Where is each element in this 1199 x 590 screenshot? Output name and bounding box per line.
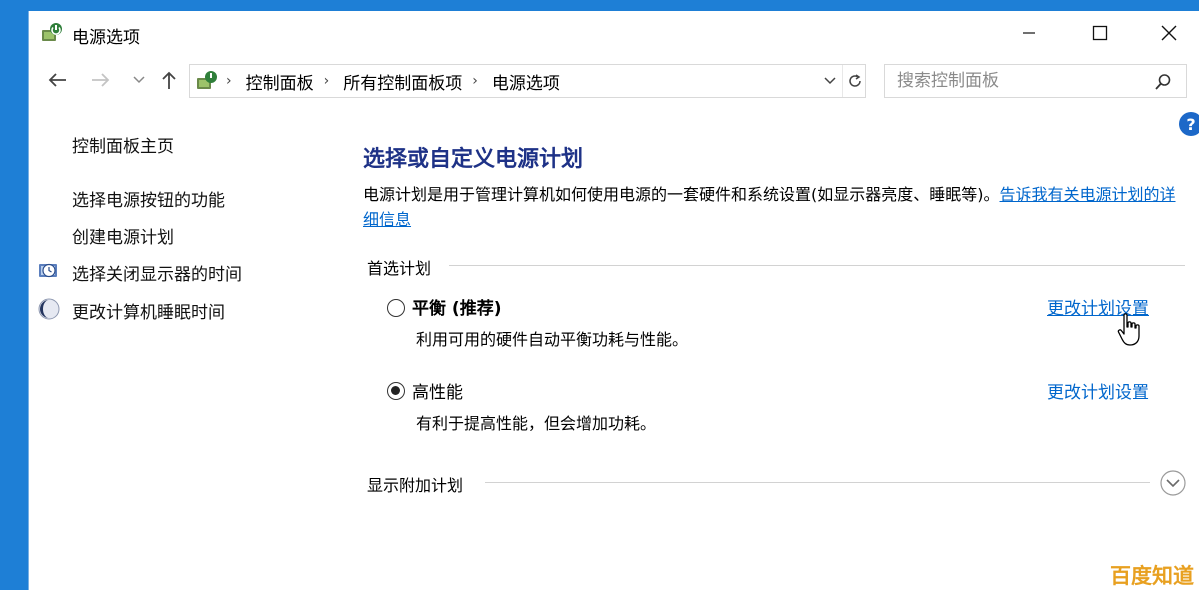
forward-button[interactable] [85, 65, 117, 95]
recent-locations-button[interactable] [129, 65, 149, 95]
chevron-down-icon [133, 76, 145, 84]
page-title: 选择或自定义电源计划 [363, 147, 584, 172]
plan-radio-high-performance[interactable] [387, 382, 405, 400]
additional-plans-heading[interactable]: 显示附加计划 [367, 472, 463, 496]
arrow-left-icon [48, 73, 66, 87]
preferred-plans-heading: 首选计划 [367, 259, 432, 278]
chevron-down-icon [824, 77, 836, 85]
breadcrumb-control-panel[interactable]: 控制面板 [246, 69, 314, 94]
power-options-window: 电源选项 › 控制面板 › 所有控制面板项 › 电源选项 搜索控制面板 ? 控制… [28, 11, 1199, 590]
page-description: 电源计划是用于管理计算机如何使用电源的一套硬件和系统设置(如显示器亮度、睡眠等)… [363, 182, 1189, 232]
search-box [884, 64, 1187, 98]
breadcrumb-separator-icon: › [472, 73, 478, 89]
radio-selected-dot [391, 386, 400, 395]
plan-name-balanced[interactable]: 平衡 (推荐) [412, 294, 501, 319]
change-plan-settings-link-high-performance[interactable]: 更改计划设置 [1047, 378, 1149, 403]
title-bar: 电源选项 [29, 11, 1199, 55]
plan-description-balanced: 利用可用的硬件自动平衡功耗与性能。 [416, 330, 689, 349]
minimize-button[interactable] [995, 11, 1063, 55]
address-bar[interactable]: › 控制面板 › 所有控制面板项 › 电源选项 [189, 64, 866, 98]
group-divider [449, 265, 1185, 266]
close-button[interactable] [1135, 11, 1199, 55]
search-input[interactable] [897, 71, 1147, 91]
plan-radio-balanced[interactable] [387, 299, 405, 317]
arrow-up-icon [162, 71, 176, 89]
sidebar-item-create-plan[interactable]: 创建电源计划 [72, 223, 174, 248]
window-title: 电源选项 [72, 28, 140, 48]
sidebar-item-display-off[interactable]: 选择关闭显示器的时间 [72, 260, 242, 285]
plan-description-high-performance: 有利于提高性能，但会增加功耗。 [416, 414, 657, 433]
up-button[interactable] [155, 65, 183, 95]
breadcrumb-separator-icon: › [226, 73, 232, 89]
plan-name-high-performance[interactable]: 高性能 [412, 378, 463, 403]
minimize-icon [1023, 32, 1035, 34]
refresh-icon [848, 74, 861, 87]
navigation-bar: › 控制面板 › 所有控制面板项 › 电源选项 [29, 55, 1199, 105]
breadcrumb-power-options[interactable]: 电源选项 [492, 69, 560, 94]
maximize-icon [1092, 25, 1108, 41]
maximize-button[interactable] [1066, 11, 1134, 55]
breadcrumb: › 控制面板 › 所有控制面板项 › 电源选项 [226, 65, 560, 97]
close-icon [1161, 25, 1177, 41]
hand-pointer-icon [1117, 313, 1140, 346]
breadcrumb-separator-icon: › [323, 73, 330, 89]
address-dropdown-button[interactable] [818, 65, 842, 97]
breadcrumb-all-items[interactable]: 所有控制面板项 [343, 69, 462, 94]
control-panel-icon [197, 71, 217, 89]
search-icon[interactable] [1153, 72, 1173, 92]
expand-chevron-icon[interactable] [1159, 469, 1187, 497]
baidu-zhidao-watermark: 百度知道 [1110, 564, 1194, 588]
monitor-clock-icon [39, 263, 57, 278]
group-divider [485, 482, 1150, 483]
sidebar-item-home[interactable]: 控制面板主页 [72, 132, 174, 157]
power-options-icon [42, 23, 62, 41]
refresh-button[interactable] [842, 65, 866, 97]
moon-icon [38, 298, 60, 320]
description-text: 电源计划是用于管理计算机如何使用电源的一套硬件和系统设置(如显示器亮度、睡眠等)… [363, 185, 1000, 204]
sidebar-item-sleep-time[interactable]: 更改计算机睡眠时间 [72, 298, 225, 323]
back-button[interactable] [41, 65, 73, 95]
help-icon[interactable]: ? [1179, 112, 1199, 136]
arrow-right-icon [92, 73, 110, 87]
sidebar-item-power-buttons[interactable]: 选择电源按钮的功能 [72, 186, 225, 211]
